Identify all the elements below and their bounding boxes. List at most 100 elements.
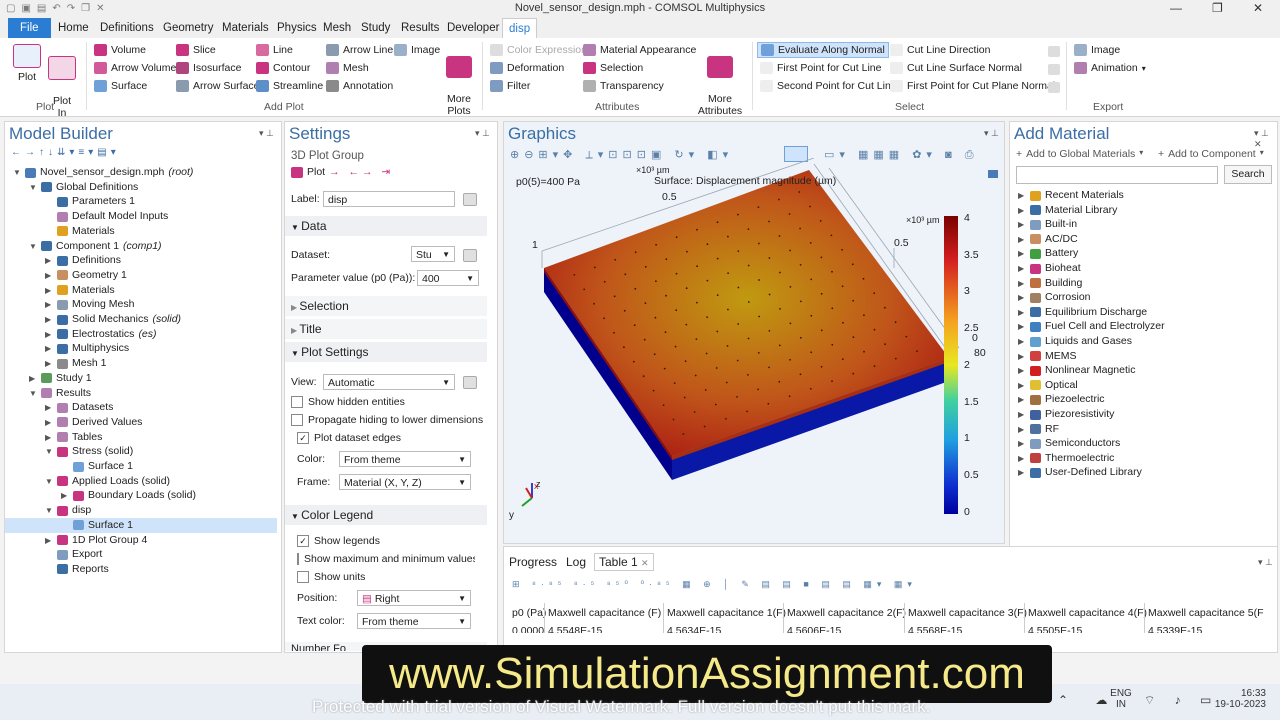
expand-down-icon[interactable]: ▼ [45,474,53,489]
tree-item[interactable]: ▶ Mesh 1 [5,356,277,371]
expand-down-icon[interactable]: ▼ [45,503,53,518]
plot-settings-button[interactable]: Plot → ←→ ⇥ [291,166,393,178]
tab-study[interactable]: Study [355,18,396,38]
expand-down-icon[interactable]: ▼ [45,444,53,459]
add-to-component-button[interactable]: + Add to Component ▾ [1158,148,1264,160]
selection-button[interactable]: Selection [583,62,643,74]
system-icons[interactable]: ⌔ ♪ ▭ [1144,693,1219,708]
evaluate-along-normal-button[interactable]: Evaluate Along Normal [757,42,889,58]
edit-label-icon[interactable] [463,193,477,206]
tree-item[interactable]: ▼ Results [5,386,277,401]
tab-progress[interactable]: Progress [509,555,557,569]
expand-down-icon[interactable]: ▼ [29,386,37,401]
expand-right-icon[interactable]: ▶ [1018,305,1026,320]
expand-right-icon[interactable]: ▶ [1018,378,1026,393]
expand-right-icon[interactable]: ▶ [1018,451,1026,466]
tree-item[interactable]: ▶ Electrostatics (es) [5,327,277,342]
volume-button[interactable]: Volume [94,44,146,56]
tree-item[interactable]: Reports [5,562,277,577]
material-library-item[interactable]: ▶ Corrosion [1018,290,1091,305]
column-header[interactable]: p0 (Pa) [512,607,546,619]
expand-right-icon[interactable]: ▶ [45,297,53,312]
material-library-item[interactable]: ▶ Built-in [1018,217,1077,232]
expand-right-icon[interactable]: ▶ [45,312,53,327]
section-color-legend[interactable]: ▼ Color Legend [285,505,487,525]
clear-selection-icon[interactable] [1048,46,1060,57]
expand-right-icon[interactable]: ▶ [45,341,53,356]
clock[interactable]: 16:33 19-10-2023 [1210,688,1266,710]
material-search-input[interactable] [1016,166,1218,184]
material-library-item[interactable]: ▶ RF [1018,422,1059,437]
show-hidden-checkbox[interactable]: Show hidden entities [291,396,405,408]
close-window-icon[interactable]: ✕ [1253,1,1263,15]
second-point-cut-line-button[interactable]: Second Point for Cut Line [760,80,897,92]
filter-button[interactable]: Filter [490,80,530,92]
export-image-button[interactable]: Image [1074,44,1120,56]
material-library-item[interactable]: ▶ Liquids and Gases [1018,334,1132,349]
expand-right-icon[interactable]: ▶ [1018,232,1026,247]
material-library-item[interactable]: ▶ Optical [1018,378,1078,393]
material-library-item[interactable]: ▶ MEMS [1018,349,1077,364]
show-legends-checkbox[interactable]: ✓ Show legends [297,535,380,547]
expand-right-icon[interactable]: ▶ [1018,319,1026,334]
expand-right-icon[interactable]: ▶ [1018,246,1026,261]
tree-item[interactable]: ▼ Global Definitions [5,180,277,195]
expand-right-icon[interactable]: ▶ [45,415,53,430]
panel-menu-icon[interactable]: ▾ ⊥ ✕ [1254,128,1277,150]
tree-item[interactable]: ▼ disp [5,503,277,518]
arrow-volume-button[interactable]: Arrow Volume [94,62,176,74]
tab-results[interactable]: Results [395,18,445,38]
streamline-button[interactable]: Streamline [256,80,323,92]
annotation-button[interactable]: Annotation [326,80,393,92]
tree-item[interactable]: Parameters 1 [5,194,277,209]
nav-arrows-icon[interactable]: → ←→ ⇥ [329,166,393,178]
show-units-checkbox[interactable]: Show units [297,571,365,583]
material-library-item[interactable]: ▶ Thermoelectric [1018,451,1114,466]
contour-button[interactable]: Contour [256,62,310,74]
tab-log[interactable]: Log [566,555,586,569]
expand-down-icon[interactable]: ▼ [29,239,37,254]
expand-down-icon[interactable]: ▼ [13,165,21,180]
tree-item[interactable]: ▶ Tables [5,430,277,445]
tree-item[interactable]: Default Model Inputs [5,209,277,224]
view-goto-icon[interactable] [463,376,477,389]
column-header[interactable]: Maxwell capacitance 1(F) [667,607,786,619]
expand-right-icon[interactable]: ▶ [45,327,53,342]
expand-right-icon[interactable]: ▶ [61,488,69,503]
animation-button[interactable]: Animation ▾ [1074,62,1146,74]
material-library-item[interactable]: ▶ Bioheat [1018,261,1081,276]
restore-icon[interactable]: ❐ [1212,1,1223,15]
material-library-item[interactable]: ▶ AC/DC [1018,232,1078,247]
tab-file[interactable]: File [8,18,51,38]
show-maxmin-checkbox[interactable]: Show maximum and minimum values [297,553,475,565]
clear-selection-2-icon[interactable] [1048,64,1060,75]
tree-item[interactable]: ▶ Derived Values [5,415,277,430]
isosurface-button[interactable]: Isosurface [176,62,241,74]
tab-physics[interactable]: Physics [271,18,323,38]
material-appearance-button[interactable]: Material Appearance [583,44,696,56]
section-title[interactable]: ▶ Title [285,319,487,339]
expand-right-icon[interactable]: ▶ [1018,392,1026,407]
expand-right-icon[interactable]: ▶ [45,253,53,268]
expand-right-icon[interactable]: ▶ [1018,334,1026,349]
expand-right-icon[interactable]: ▶ [1018,203,1026,218]
expand-right-icon[interactable]: ▶ [45,268,53,283]
tree-item[interactable]: ▶ Multiphysics [5,341,277,356]
tree-item[interactable]: ▶ Solid Mechanics (solid) [5,312,277,327]
first-point-cut-line-button[interactable]: First Point for Cut Line [760,62,881,74]
expand-right-icon[interactable]: ▶ [1018,261,1026,276]
section-data[interactable]: ▼ Data [285,216,487,236]
tree-item[interactable]: ▶ Definitions [5,253,277,268]
expand-right-icon[interactable]: ▶ [29,371,37,386]
material-library-item[interactable]: ▶ Piezoelectric [1018,392,1105,407]
cut-line-surface-normal-button[interactable]: Cut Line Surface Normal [890,62,1022,74]
tree-item[interactable]: ▼ Novel_sensor_design.mph (root) [5,165,277,180]
arrow-surface-button[interactable]: Arrow Surface [176,80,260,92]
expand-right-icon[interactable]: ▶ [1018,363,1026,378]
material-library-item[interactable]: ▶ Equilibrium Discharge [1018,305,1147,320]
column-header[interactable]: Maxwell capacitance 3(F) [908,607,1027,619]
material-library-item[interactable]: ▶ Recent Materials [1018,188,1124,203]
transparency-button[interactable]: Transparency [583,80,664,92]
view-select[interactable]: Automatic ▼ [323,374,455,390]
plot-dataset-edges-checkbox[interactable]: ✓ Plot dataset edges [297,432,401,444]
